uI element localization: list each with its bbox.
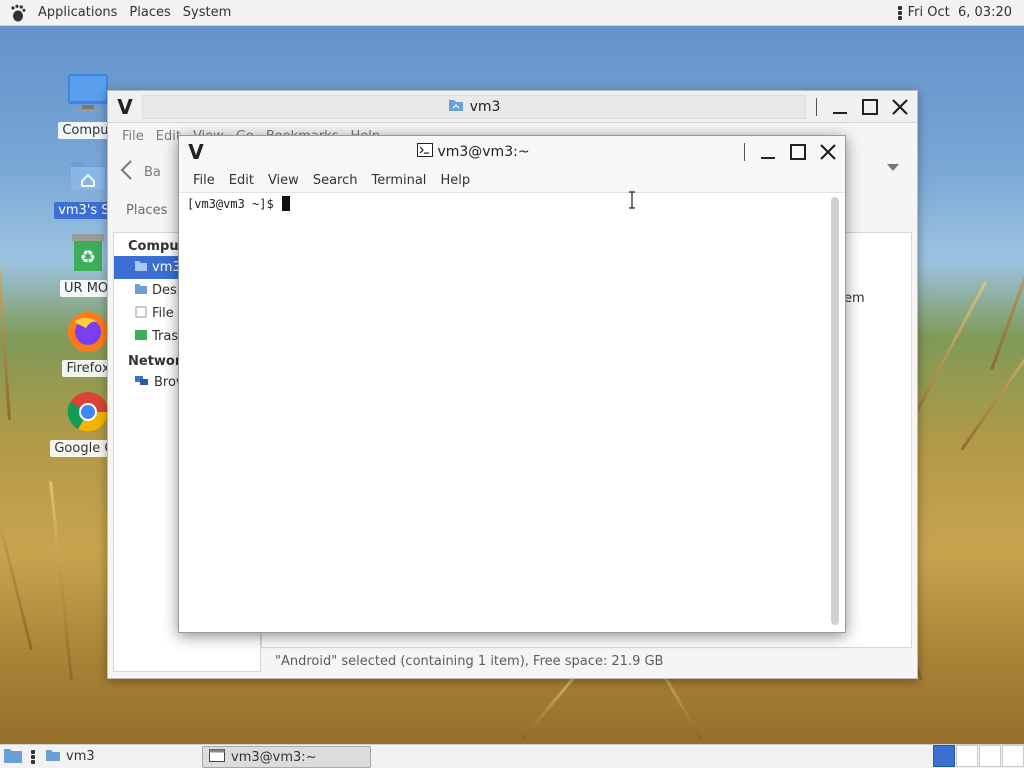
window-list-item-files[interactable]: vm3 <box>41 748 99 766</box>
drive-icon <box>134 306 148 322</box>
minimize-button[interactable] <box>827 94 853 120</box>
desktop-folder-icon <box>134 283 148 299</box>
home-folder-icon <box>64 150 112 198</box>
term-menu-file[interactable]: File <box>187 173 223 188</box>
trash-icon <box>134 329 148 345</box>
taskbar-terminal-button[interactable]: vm3@vm3:~ <box>202 746 371 768</box>
terminal-output[interactable]: [vm3@vm3 ~]$ <box>179 193 845 632</box>
titlebar-separator <box>744 143 745 161</box>
menu-places[interactable]: Places <box>123 5 176 20</box>
desktop-icon-label: Firefox <box>62 360 114 377</box>
sidebar-item-label: vm3 <box>152 260 181 275</box>
bottom-panel: vm3 vm3@vm3:~ <box>0 744 1024 768</box>
file-manager-titlebar[interactable]: V vm3 <box>108 91 917 123</box>
trash-icon: ♻ <box>64 228 112 276</box>
menu-applications[interactable]: Applications <box>32 5 123 20</box>
terminal-prompt: [vm3@vm3 ~]$ <box>187 196 274 211</box>
workspace-switcher <box>932 745 1024 768</box>
firefox-icon <box>64 308 112 356</box>
workspace-2[interactable] <box>956 745 978 767</box>
terminal-icon <box>417 143 434 161</box>
window-list-label: vm3 <box>66 749 95 764</box>
maximize-button[interactable] <box>857 94 883 120</box>
term-menu-search[interactable]: Search <box>307 173 366 188</box>
status-bar: "Android" selected (containing 1 item), … <box>275 653 664 669</box>
window-title: vm3@vm3:~ <box>213 143 734 161</box>
workspace-4[interactable] <box>1002 745 1024 767</box>
maximize-button[interactable] <box>785 139 811 165</box>
window-title: vm3 <box>142 94 806 119</box>
top-panel: Applications Places System Fri Oct 6, 03… <box>0 0 1024 26</box>
term-menu-view[interactable]: View <box>262 173 307 188</box>
terminal-window[interactable]: V vm3@vm3:~ File Edit View Search Termin… <box>178 135 846 633</box>
home-folder-icon <box>45 748 61 766</box>
text-cursor <box>281 196 290 211</box>
terminal-icon <box>209 748 225 766</box>
window-menu-icon[interactable]: V <box>179 140 213 164</box>
window-menu-icon[interactable]: V <box>108 95 142 119</box>
terminal-titlebar[interactable]: V vm3@vm3:~ <box>179 136 845 168</box>
panel-handle-icon[interactable] <box>31 749 35 764</box>
term-menu-edit[interactable]: Edit <box>223 173 262 188</box>
back-arrow-icon[interactable] <box>118 159 136 185</box>
window-title-text: vm3@vm3:~ <box>437 144 530 160</box>
svg-text:♻: ♻ <box>80 247 96 268</box>
fm-menu-file[interactable]: File <box>116 129 150 144</box>
window-title-text: vm3 <box>469 98 501 115</box>
term-menu-help[interactable]: Help <box>434 173 478 188</box>
chevron-down-icon[interactable] <box>887 161 899 176</box>
workspace-1[interactable] <box>933 745 955 767</box>
workspace-3[interactable] <box>979 745 1001 767</box>
network-icon <box>134 375 150 391</box>
back-button-label[interactable]: Ba <box>144 165 161 180</box>
panel-handle-icon[interactable] <box>897 5 902 20</box>
term-menu-terminal[interactable]: Terminal <box>365 173 434 188</box>
titlebar-separator <box>816 97 817 116</box>
home-folder-icon <box>448 98 464 116</box>
clock[interactable]: Fri Oct 6, 03:20 <box>908 5 1012 20</box>
minimize-button[interactable] <box>755 139 781 165</box>
close-button[interactable] <box>815 139 841 165</box>
show-desktop-icon[interactable] <box>3 746 23 768</box>
chrome-icon <box>64 388 112 436</box>
home-folder-icon <box>134 260 148 276</box>
terminal-prompt-line: [vm3@vm3 ~]$ <box>187 196 290 211</box>
terminal-menubar: File Edit View Search Terminal Help <box>179 168 845 193</box>
menu-system[interactable]: System <box>177 5 237 20</box>
ibeam-cursor-icon <box>627 191 637 213</box>
taskbar-button-label: vm3@vm3:~ <box>231 749 317 765</box>
gnome-foot-icon[interactable] <box>8 3 28 23</box>
sidebar-item-label: Tras <box>152 329 179 344</box>
partial-item-label: em <box>844 291 865 306</box>
computer-icon <box>64 70 112 118</box>
terminal-scrollbar[interactable] <box>831 197 839 625</box>
close-button[interactable] <box>887 94 913 120</box>
